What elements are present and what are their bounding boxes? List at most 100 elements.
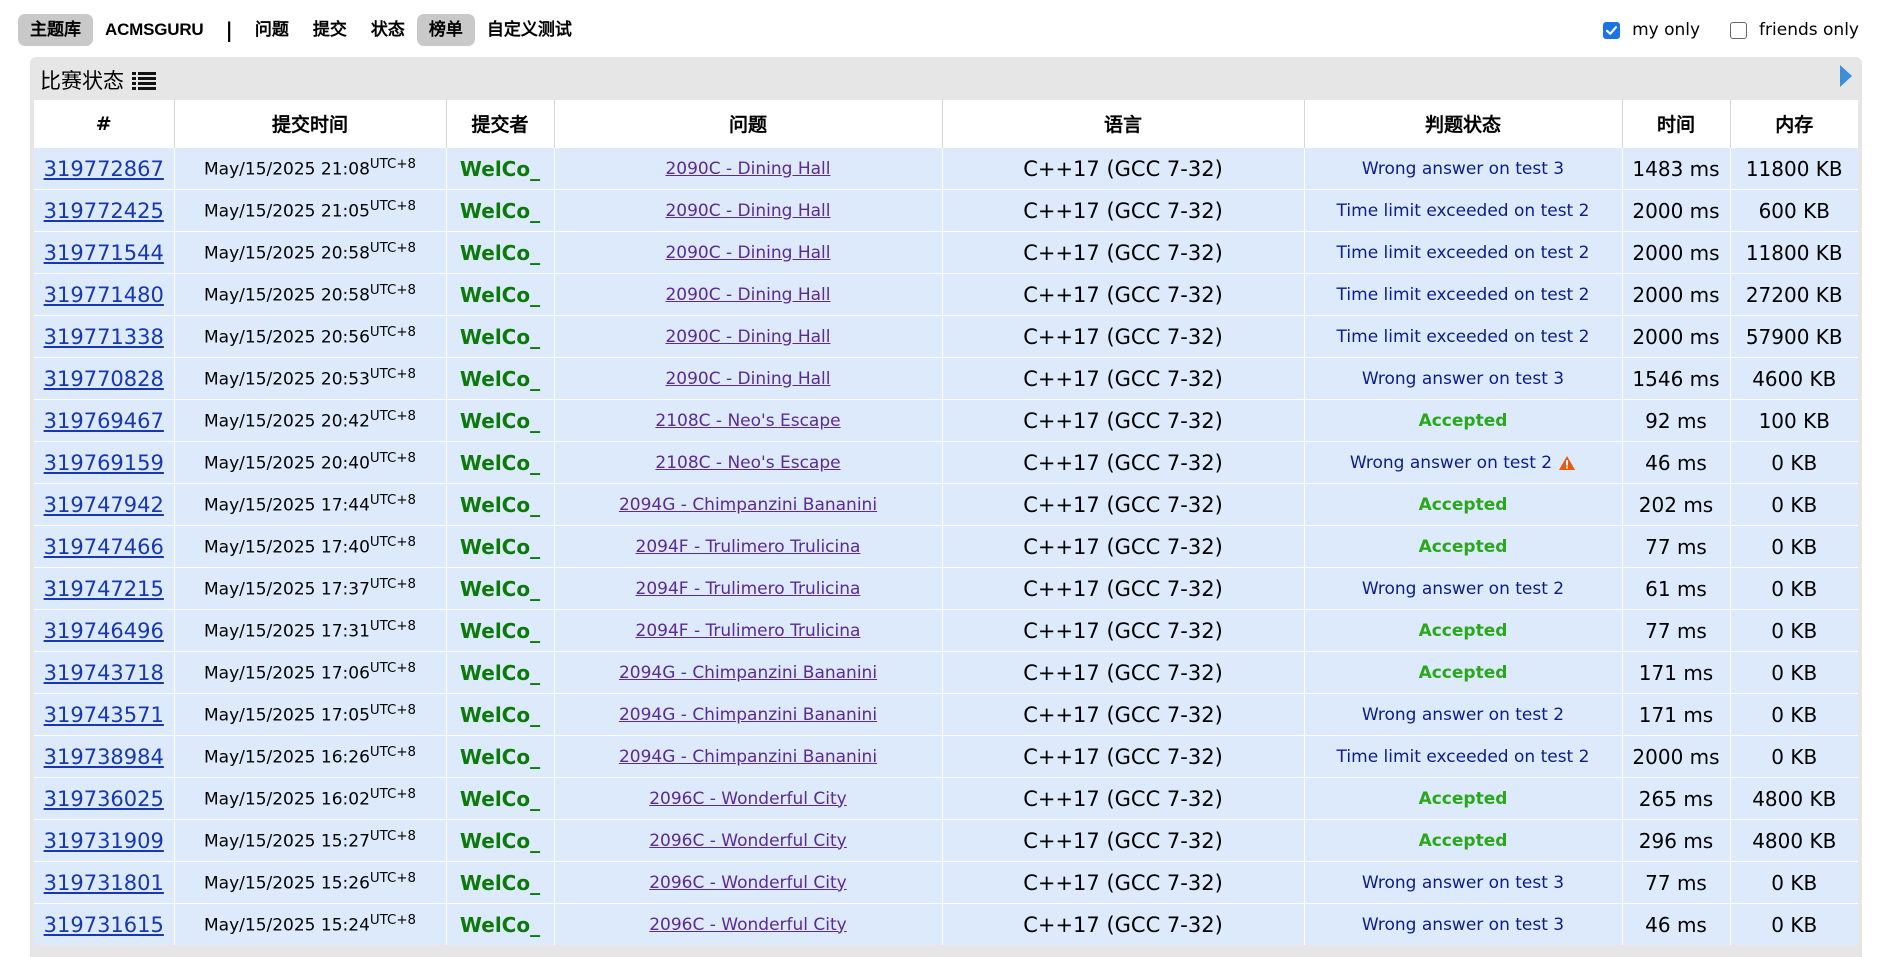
submission-id-link[interactable]: 319743718 bbox=[44, 661, 164, 685]
table-row: 319772425 May/15/2025 21:05UTC+8 WelCo_ 209… bbox=[34, 189, 1858, 232]
verdict-label[interactable]: Accepted bbox=[1419, 495, 1508, 515]
submission-id-link[interactable]: 319770828 bbox=[44, 367, 164, 391]
problem-link[interactable]: 2096C - Wonderful City bbox=[649, 873, 847, 893]
verdict-label[interactable]: Wrong answer on test 3 bbox=[1362, 159, 1564, 179]
problem-link[interactable]: 2090C - Dining Hall bbox=[665, 327, 830, 347]
problem-link[interactable]: 2094G - Chimpanzini Bananini bbox=[619, 705, 877, 725]
author-link[interactable]: WelCo_ bbox=[460, 787, 540, 811]
verdict-label[interactable]: Accepted bbox=[1419, 831, 1508, 851]
nav-acmsguru[interactable]: ACMSGURU bbox=[93, 14, 216, 46]
submission-id-link[interactable]: 319743571 bbox=[44, 703, 164, 727]
author-link[interactable]: WelCo_ bbox=[460, 409, 540, 433]
author-link[interactable]: WelCo_ bbox=[460, 325, 540, 349]
memory-value: 0 KB bbox=[1771, 492, 1818, 517]
verdict-label[interactable]: Wrong answer on test 3 bbox=[1362, 873, 1564, 893]
my-only-checkbox[interactable] bbox=[1603, 21, 1621, 39]
problem-link[interactable]: 2090C - Dining Hall bbox=[665, 159, 830, 179]
author-link[interactable]: WelCo_ bbox=[460, 829, 540, 853]
friends-only-checkbox[interactable] bbox=[1730, 21, 1748, 39]
problem-link[interactable]: 2090C - Dining Hall bbox=[665, 201, 830, 221]
problem-link[interactable]: 2094F - Trulimero Trulicina bbox=[636, 579, 861, 599]
friends-only-filter[interactable]: friends only bbox=[1730, 20, 1859, 40]
author-link[interactable]: WelCo_ bbox=[460, 577, 540, 601]
submission-id-link[interactable]: 319738984 bbox=[44, 745, 164, 769]
nav-status[interactable]: 状态 bbox=[359, 14, 417, 46]
problem-cell: 2090C - Dining Hall bbox=[554, 315, 943, 358]
submission-id-link[interactable]: 319731909 bbox=[44, 829, 164, 853]
verdict-label[interactable]: Accepted bbox=[1419, 537, 1508, 557]
author-link[interactable]: WelCo_ bbox=[460, 241, 540, 265]
problem-link[interactable]: 2108C - Neo's Escape bbox=[655, 453, 840, 473]
author-link[interactable]: WelCo_ bbox=[460, 283, 540, 307]
verdict-label[interactable]: Time limit exceeded on test 2 bbox=[1337, 243, 1590, 263]
submission-id-link[interactable]: 319747942 bbox=[44, 493, 164, 517]
verdict-label[interactable]: Accepted bbox=[1419, 663, 1508, 683]
submission-id-link[interactable]: 319771544 bbox=[44, 241, 164, 265]
author-link[interactable]: WelCo_ bbox=[460, 619, 540, 643]
author-link[interactable]: WelCo_ bbox=[460, 157, 540, 181]
problem-link[interactable]: 2094G - Chimpanzini Bananini bbox=[619, 663, 877, 683]
submission-id-link[interactable]: 319731615 bbox=[44, 913, 164, 937]
verdict-cell: Time limit exceeded on test 2 bbox=[1304, 273, 1623, 316]
submission-id-link[interactable]: 319772867 bbox=[44, 157, 164, 181]
author-link[interactable]: WelCo_ bbox=[460, 871, 540, 895]
language-label: C++17 (GCC 7-32) bbox=[1023, 156, 1223, 181]
author-link[interactable]: WelCo_ bbox=[460, 745, 540, 769]
author-link[interactable]: WelCo_ bbox=[460, 451, 540, 475]
nav-submit[interactable]: 提交 bbox=[301, 14, 359, 46]
table-row: 319747466 May/15/2025 17:40UTC+8 WelCo_ 209… bbox=[34, 525, 1858, 568]
problem-link[interactable]: 2096C - Wonderful City bbox=[649, 831, 847, 851]
submission-id-link[interactable]: 319771338 bbox=[44, 325, 164, 349]
nav-problemset[interactable]: 主题库 bbox=[18, 14, 93, 46]
submission-id-link[interactable]: 319772425 bbox=[44, 199, 164, 223]
problem-link[interactable]: 2096C - Wonderful City bbox=[649, 789, 847, 809]
submission-id-link[interactable]: 319769467 bbox=[44, 409, 164, 433]
submission-id-link[interactable]: 319771480 bbox=[44, 283, 164, 307]
verdict-label[interactable]: Wrong answer on test 2 bbox=[1362, 705, 1564, 725]
list-icon[interactable] bbox=[132, 70, 156, 90]
problem-link[interactable]: 2094F - Trulimero Trulicina bbox=[636, 537, 861, 557]
verdict-label[interactable]: Accepted bbox=[1419, 411, 1508, 431]
verdict-label[interactable]: Wrong answer on test 3 bbox=[1362, 369, 1564, 389]
verdict-label[interactable]: Accepted bbox=[1419, 789, 1508, 809]
author-link[interactable]: WelCo_ bbox=[460, 913, 540, 937]
author-link[interactable]: WelCo_ bbox=[460, 703, 540, 727]
problem-link[interactable]: 2090C - Dining Hall bbox=[665, 243, 830, 263]
next-arrow-icon[interactable] bbox=[1840, 65, 1852, 87]
problem-link[interactable]: 2094G - Chimpanzini Bananini bbox=[619, 495, 877, 515]
author-link[interactable]: WelCo_ bbox=[460, 367, 540, 391]
nav-problems[interactable]: 问题 bbox=[243, 14, 301, 46]
verdict-label[interactable]: Wrong answer on test 3 bbox=[1362, 915, 1564, 935]
problem-link[interactable]: 2090C - Dining Hall bbox=[665, 369, 830, 389]
submission-id-link[interactable]: 319746496 bbox=[44, 619, 164, 643]
problem-link[interactable]: 2096C - Wonderful City bbox=[649, 915, 847, 935]
author-link[interactable]: WelCo_ bbox=[460, 661, 540, 685]
verdict-label[interactable]: Wrong answer on test 2 bbox=[1362, 579, 1564, 599]
verdict-label[interactable]: Time limit exceeded on test 2 bbox=[1337, 747, 1590, 767]
verdict-label[interactable]: Time limit exceeded on test 2 bbox=[1337, 327, 1590, 347]
timezone-label: UTC+8 bbox=[369, 241, 416, 257]
verdict-label[interactable]: Time limit exceeded on test 2 bbox=[1337, 285, 1590, 305]
author-link[interactable]: WelCo_ bbox=[460, 199, 540, 223]
submission-id-link[interactable]: 319747215 bbox=[44, 577, 164, 601]
submission-id-link[interactable]: 319736025 bbox=[44, 787, 164, 811]
problem-link[interactable]: 2108C - Neo's Escape bbox=[655, 411, 840, 431]
submission-id-link[interactable]: 319731801 bbox=[44, 871, 164, 895]
author-link[interactable]: WelCo_ bbox=[460, 493, 540, 517]
verdict-label[interactable]: Time limit exceeded on test 2 bbox=[1337, 201, 1590, 221]
problem-link[interactable]: 2094F - Trulimero Trulicina bbox=[636, 621, 861, 641]
problem-link[interactable]: 2090C - Dining Hall bbox=[665, 285, 830, 305]
nav-standings[interactable]: 榜单 bbox=[416, 14, 475, 46]
memory-cell: 0 KB bbox=[1730, 693, 1858, 736]
submission-id-link[interactable]: 319769159 bbox=[44, 451, 164, 475]
nav-custom-test[interactable]: 自定义测试 bbox=[475, 14, 584, 46]
verdict-label[interactable]: Wrong answer on test 2 bbox=[1350, 453, 1552, 473]
memory-value: 0 KB bbox=[1771, 618, 1818, 643]
runtime-cell: 1483 ms bbox=[1622, 147, 1731, 190]
author-link[interactable]: WelCo_ bbox=[460, 535, 540, 559]
my-only-filter[interactable]: my only bbox=[1603, 20, 1700, 40]
submission-id-link[interactable]: 319747466 bbox=[44, 535, 164, 559]
runtime-cell: 77 ms bbox=[1622, 525, 1731, 568]
verdict-label[interactable]: Accepted bbox=[1419, 621, 1508, 641]
problem-link[interactable]: 2094G - Chimpanzini Bananini bbox=[619, 747, 877, 767]
